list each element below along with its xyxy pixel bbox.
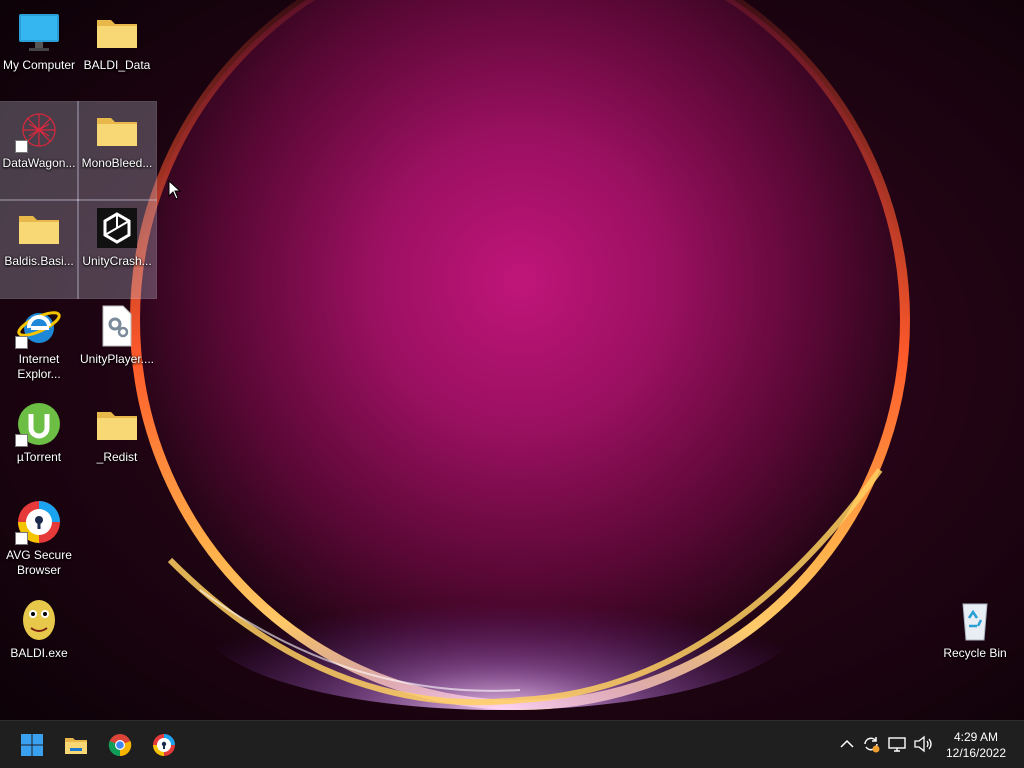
shortcut-arrow-icon <box>15 336 28 349</box>
datawagon-shortcut[interactable]: DataWagon... <box>0 101 79 201</box>
unity-icon <box>97 208 137 248</box>
network-icon[interactable] <box>886 733 908 755</box>
icon-label: BALDI_Data <box>83 58 151 72</box>
folder-icon <box>97 118 137 146</box>
recycle-bin-icon <box>962 603 988 641</box>
desktop[interactable]: My Computer BALDI_Data DataWagon... Mono… <box>0 0 1024 720</box>
windows-start-icon <box>21 734 43 756</box>
folder-icon <box>97 412 137 440</box>
taskbar[interactable]: 4:29 AM 12/16/2022 <box>0 720 1024 768</box>
redist-folder[interactable]: _Redist <box>78 396 156 494</box>
icon-label: DataWagon... <box>2 156 76 170</box>
shortcut-arrow-icon <box>15 532 28 545</box>
utorrent-shortcut[interactable]: µTorrent <box>0 396 78 494</box>
unityplayer-file[interactable]: UnityPlayer.... <box>78 298 156 396</box>
folder-icon <box>19 216 59 244</box>
avg-secure-browser-button[interactable] <box>144 725 184 765</box>
folder-icon <box>97 20 137 48</box>
monitor-icon <box>19 14 59 51</box>
icon-label: UnityPlayer.... <box>79 352 155 366</box>
file-explorer-icon <box>65 738 87 754</box>
file-explorer-button[interactable] <box>56 725 96 765</box>
clock-date: 12/16/2022 <box>945 746 1007 760</box>
chrome-icon <box>108 734 132 757</box>
icon-label: AVG Secure Browser <box>6 548 72 577</box>
internet-explorer-shortcut[interactable]: Internet Explor... <box>0 298 78 396</box>
chrome-button[interactable] <box>100 725 140 765</box>
my-computer-icon-item[interactable]: My Computer <box>0 4 78 102</box>
icon-label: MonoBleed... <box>81 156 153 170</box>
icon-label: UnityCrash... <box>82 254 152 268</box>
monobleed-folder[interactable]: MonoBleed... <box>77 101 157 201</box>
settings-file-icon <box>102 305 132 347</box>
icon-label: Baldis.Basi... <box>4 254 74 268</box>
baldi-exe[interactable]: BALDI.exe <box>0 592 78 690</box>
icon-label: _Redist <box>96 450 138 464</box>
shortcut-arrow-icon <box>15 140 28 153</box>
baldi-data-folder[interactable]: BALDI_Data <box>78 4 156 102</box>
avg-secure-browser-icon <box>153 734 175 756</box>
baldis-basics-folder[interactable]: Baldis.Basi... <box>0 199 79 299</box>
baldi-face-icon <box>23 600 55 640</box>
icon-label: Recycle Bin <box>943 646 1007 660</box>
taskbar-clock[interactable]: 4:29 AM 12/16/2022 <box>938 729 1014 761</box>
icon-label: My Computer <box>2 58 76 72</box>
clock-time: 4:29 AM <box>953 730 999 744</box>
volume-icon[interactable] <box>912 733 934 755</box>
sync-icon[interactable] <box>860 733 882 755</box>
start-button[interactable] <box>12 725 52 765</box>
recycle-bin[interactable]: Recycle Bin <box>936 592 1014 690</box>
icon-label: µTorrent <box>16 450 62 464</box>
icon-label: BALDI.exe <box>10 646 68 660</box>
icon-label: Internet Explor... <box>17 352 61 381</box>
chevron-up-icon[interactable] <box>836 733 858 755</box>
unitycrash-file[interactable]: UnityCrash... <box>77 199 157 299</box>
shortcut-arrow-icon <box>15 434 28 447</box>
avg-secure-browser-shortcut[interactable]: AVG Secure Browser <box>0 494 78 592</box>
mouse-pointer-icon <box>168 180 182 200</box>
